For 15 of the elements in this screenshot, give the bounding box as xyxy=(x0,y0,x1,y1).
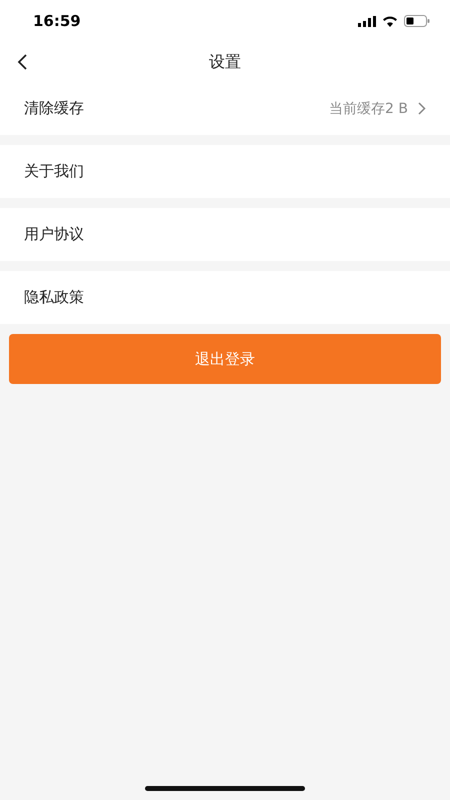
settings-row[interactable]: 关于我们 xyxy=(0,145,450,198)
settings-row[interactable]: 清除缓存 当前缓存2 B xyxy=(0,82,450,135)
status-time: 16:59 xyxy=(33,12,81,30)
settings-row[interactable]: 用户协议 xyxy=(0,208,450,261)
wifi-icon xyxy=(382,15,398,27)
row-label: 关于我们 xyxy=(24,162,85,181)
battery-icon xyxy=(404,15,430,27)
row-label: 清除缓存 xyxy=(24,99,85,118)
signal-icon xyxy=(358,16,376,26)
settings-row[interactable]: 隐私政策 xyxy=(0,271,450,324)
row-label: 隐私政策 xyxy=(24,288,85,307)
page-title: 设置 xyxy=(209,52,241,72)
row-label: 用户协议 xyxy=(24,225,85,244)
row-value: 当前缓存2 B xyxy=(329,100,408,118)
back-icon[interactable] xyxy=(16,54,28,70)
